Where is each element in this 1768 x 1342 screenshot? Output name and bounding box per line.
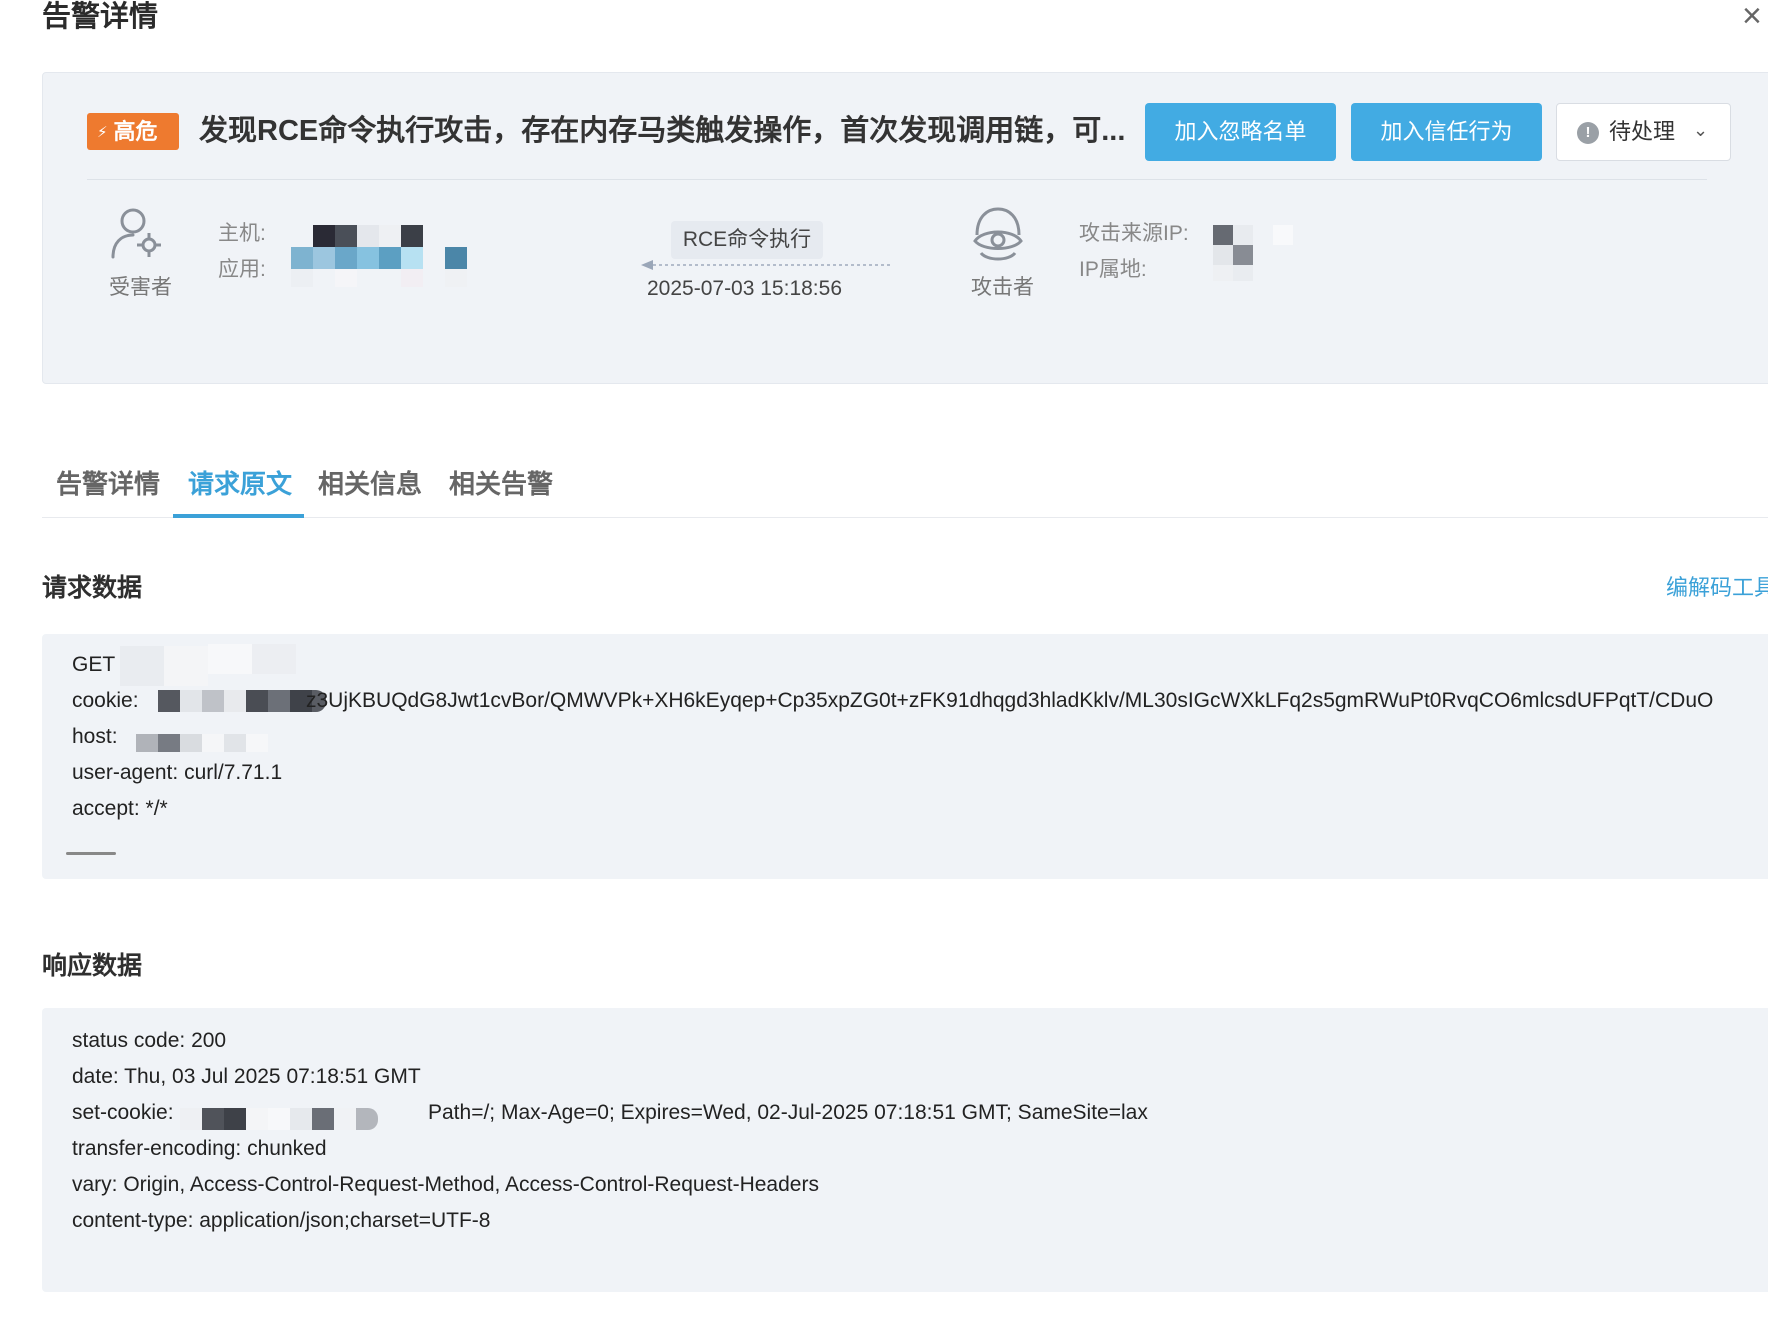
- bolt-icon: ⚡: [97, 124, 108, 141]
- vary-header: vary: Origin, Access-Control-Request-Met…: [72, 1173, 819, 1196]
- arrow-left-icon: [641, 260, 891, 270]
- response-section-title: 响应数据: [42, 952, 143, 980]
- cookie-label: cookie:: [72, 689, 139, 712]
- attacker-icon: [973, 207, 1023, 261]
- add-to-ignore-list-button[interactable]: 加入忽略名单: [1145, 103, 1336, 161]
- attack-type-tag: RCE命令执行: [671, 221, 823, 259]
- accept-header: accept: */*: [72, 797, 168, 820]
- response-data-box: status code: 200 date: Thu, 03 Jul 2025 …: [42, 1008, 1768, 1292]
- app-label: 应用:: [218, 258, 266, 281]
- exclamation-icon: !: [1577, 122, 1599, 144]
- transfer-encoding-header: transfer-encoding: chunked: [72, 1137, 327, 1160]
- attacker-label: 攻击者: [971, 276, 1034, 299]
- set-cookie-label: set-cookie:: [72, 1101, 174, 1124]
- victim-label: 受害者: [109, 276, 172, 299]
- status-label: 待处理: [1609, 119, 1676, 144]
- chevron-down-icon: ⌄: [1693, 120, 1709, 140]
- card-divider: [87, 179, 1707, 180]
- tab-related-alerts[interactable]: 相关告警: [449, 464, 553, 501]
- active-tab-indicator: [173, 514, 304, 518]
- tab-related-info[interactable]: 相关信息: [318, 464, 422, 501]
- dialog-title: 告警详情: [42, 1, 159, 33]
- host-label: 主机:: [218, 222, 266, 245]
- set-cookie-value: Path=/; Max-Age=0; Expires=Wed, 02-Jul-2…: [428, 1101, 1148, 1124]
- status-dropdown[interactable]: ! 待处理 ⌄: [1556, 103, 1731, 161]
- host-header-label: host:: [72, 725, 118, 748]
- attack-time: 2025-07-03 15:18:56: [647, 277, 842, 300]
- content-type-header: content-type: application/json;charset=U…: [72, 1209, 491, 1232]
- decode-tool-link[interactable]: 编解码工具: [1666, 570, 1768, 602]
- add-to-trusted-behavior-button[interactable]: 加入信任行为: [1351, 103, 1542, 161]
- severity-badge: ⚡ 高危: [87, 113, 179, 150]
- victim-icon: [111, 208, 161, 259]
- ip-location-label: IP属地:: [1079, 258, 1147, 281]
- close-icon[interactable]: ×: [1742, 2, 1768, 32]
- request-method: GET: [72, 653, 116, 676]
- status-code-header: status code: 200: [72, 1029, 227, 1052]
- request-data-box: GET cookie: z3UjKBUQdG8Jwt1cvBor/QMWVPk+…: [42, 634, 1768, 879]
- resize-handle[interactable]: [66, 852, 116, 855]
- detail-tabs: 告警详情 请求原文 相关信息 相关告警: [42, 450, 1768, 518]
- cookie-value: z3UjKBUQdG8Jwt1cvBor/QMWVPk+XH6kEyqep+Cp…: [306, 689, 1714, 712]
- source-ip-label: 攻击来源IP:: [1079, 222, 1189, 245]
- severity-label: 高危: [113, 119, 158, 144]
- alert-summary-card: ⚡ 高危 发现RCE命令执行攻击，存在内存马类触发操作，首次发现调用链，可... …: [42, 72, 1768, 384]
- tab-alert-details[interactable]: 告警详情: [56, 464, 160, 501]
- date-header: date: Thu, 03 Jul 2025 07:18:51 GMT: [72, 1065, 421, 1088]
- alert-title: 发现RCE命令执行攻击，存在内存马类触发操作，首次发现调用链，可...: [199, 115, 1126, 147]
- tab-raw-request[interactable]: 请求原文: [188, 464, 292, 501]
- user-agent-header: user-agent: curl/7.71.1: [72, 761, 283, 784]
- request-section-title: 请求数据: [42, 574, 143, 602]
